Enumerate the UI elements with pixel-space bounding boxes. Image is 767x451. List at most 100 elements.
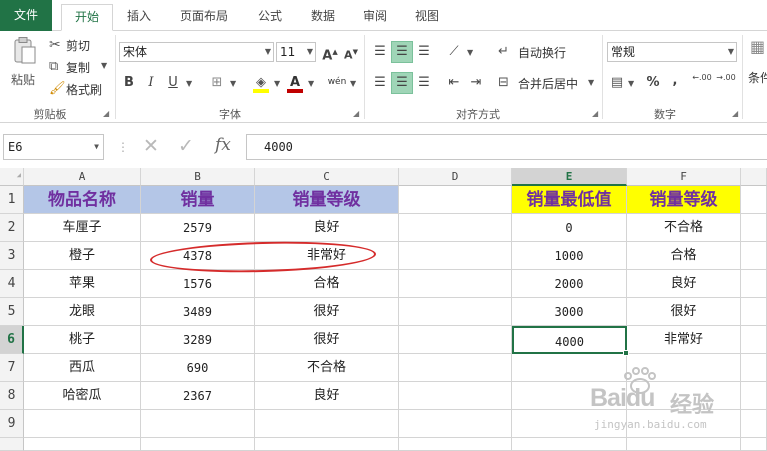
- copy-dropdown-icon[interactable]: ▼: [101, 62, 107, 70]
- name-box[interactable]: E6 ▼: [3, 134, 104, 160]
- table-cell[interactable]: [399, 410, 512, 438]
- table-cell[interactable]: 车厘子: [24, 214, 141, 242]
- row-header[interactable]: 8: [0, 382, 24, 410]
- percent-button[interactable]: %: [642, 72, 664, 94]
- font-color-button[interactable]: A: [284, 72, 306, 94]
- table-cell[interactable]: 良好: [627, 270, 741, 298]
- table-cell[interactable]: 桃子: [24, 326, 141, 354]
- column-header[interactable]: C: [255, 168, 399, 186]
- table-cell[interactable]: 良好: [255, 382, 399, 410]
- copy-button[interactable]: 复制: [66, 59, 90, 76]
- active-cell[interactable]: 4000: [512, 326, 627, 354]
- font-launcher-icon[interactable]: ◢: [353, 109, 359, 118]
- row-header[interactable]: 4: [0, 270, 24, 298]
- row-header[interactable]: 5: [0, 298, 24, 326]
- column-header[interactable]: E: [512, 168, 627, 186]
- column-header[interactable]: F: [627, 168, 741, 186]
- borders-button[interactable]: ⊞: [206, 72, 228, 94]
- tab-page-layout[interactable]: 页面布局: [172, 4, 236, 31]
- underline-button[interactable]: U: [162, 72, 184, 94]
- accounting-dropdown-icon[interactable]: ▼: [628, 80, 634, 88]
- header-cell[interactable]: 销量等级: [627, 186, 741, 214]
- shrink-font-button[interactable]: A▼: [340, 41, 362, 63]
- table-cell[interactable]: 1576: [141, 270, 255, 298]
- column-header[interactable]: [741, 168, 767, 186]
- table-cell[interactable]: 橙子: [24, 242, 141, 270]
- wrap-text-button[interactable]: 自动换行: [518, 44, 566, 61]
- number-format-select[interactable]: 常规 ▼: [607, 42, 737, 62]
- table-cell[interactable]: 合格: [627, 242, 741, 270]
- row-header[interactable]: 2: [0, 214, 24, 242]
- table-cell[interactable]: [141, 410, 255, 438]
- number-launcher-icon[interactable]: ◢: [732, 109, 738, 118]
- tab-file[interactable]: 文件: [0, 0, 52, 31]
- accounting-format-button[interactable]: ▤: [606, 72, 628, 94]
- alignment-launcher-icon[interactable]: ◢: [592, 109, 598, 118]
- merge-dropdown-icon[interactable]: ▼: [588, 79, 594, 87]
- align-middle-button[interactable]: ☰: [391, 41, 413, 63]
- clipboard-launcher-icon[interactable]: ◢: [103, 109, 109, 118]
- increase-indent-button[interactable]: ⇥: [465, 72, 487, 94]
- row-header[interactable]: 9: [0, 410, 24, 438]
- table-cell[interactable]: 龙眼: [24, 298, 141, 326]
- row-header[interactable]: 6: [0, 326, 24, 354]
- table-cell[interactable]: 3289: [141, 326, 255, 354]
- italic-button[interactable]: I: [140, 72, 162, 94]
- orientation-button[interactable]: ⟋: [443, 41, 465, 63]
- table-cell[interactable]: 很好: [255, 298, 399, 326]
- header-cell[interactable]: 销量等级: [255, 186, 399, 214]
- column-header[interactable]: D: [399, 168, 512, 186]
- table-cell[interactable]: [141, 438, 255, 451]
- row-header[interactable]: [0, 438, 24, 451]
- tab-formulas[interactable]: 公式: [250, 4, 290, 31]
- header-cell[interactable]: 销量: [141, 186, 255, 214]
- header-cell[interactable]: 物品名称: [24, 186, 141, 214]
- table-cell[interactable]: 良好: [255, 214, 399, 242]
- table-cell[interactable]: 0: [512, 214, 627, 242]
- font-color-dropdown-icon[interactable]: ▼: [308, 80, 314, 88]
- column-header[interactable]: B: [141, 168, 255, 186]
- align-center-button[interactable]: ☰: [391, 72, 413, 94]
- formula-input[interactable]: 4000: [246, 134, 767, 160]
- decrease-decimal-button[interactable]: →.00: [715, 72, 737, 94]
- table-cell[interactable]: [741, 242, 767, 270]
- conditional-format-button[interactable]: 条件: [748, 69, 767, 86]
- merge-center-button[interactable]: 合并后居中: [518, 75, 578, 92]
- insert-function-icon[interactable]: fx: [215, 137, 231, 154]
- table-cell[interactable]: 690: [141, 354, 255, 382]
- table-cell[interactable]: 合格: [255, 270, 399, 298]
- name-box-dropdown-icon[interactable]: ▼: [94, 135, 99, 159]
- table-cell[interactable]: [255, 410, 399, 438]
- table-cell[interactable]: 很好: [627, 298, 741, 326]
- underline-dropdown-icon[interactable]: ▼: [186, 80, 192, 88]
- tab-insert[interactable]: 插入: [117, 4, 161, 31]
- align-right-button[interactable]: ☰: [413, 72, 435, 94]
- comma-button[interactable]: ,: [664, 70, 686, 92]
- table-cell[interactable]: [741, 326, 767, 354]
- paste-button[interactable]: 粘贴: [6, 35, 42, 93]
- table-cell[interactable]: 2579: [141, 214, 255, 242]
- font-size-select[interactable]: 11 ▼: [276, 42, 316, 62]
- table-cell[interactable]: [741, 270, 767, 298]
- fill-handle[interactable]: [623, 350, 629, 356]
- table-cell[interactable]: 非常好: [627, 326, 741, 354]
- table-cell[interactable]: 2367: [141, 382, 255, 410]
- align-top-button[interactable]: ☰: [369, 41, 391, 63]
- table-cell[interactable]: 3489: [141, 298, 255, 326]
- table-cell[interactable]: 很好: [255, 326, 399, 354]
- table-cell[interactable]: [741, 214, 767, 242]
- table-cell[interactable]: 西瓜: [24, 354, 141, 382]
- table-cell[interactable]: [399, 382, 512, 410]
- column-header[interactable]: A: [24, 168, 141, 186]
- tab-review[interactable]: 审阅: [355, 4, 395, 31]
- table-cell[interactable]: [399, 186, 512, 214]
- table-cell[interactable]: 1000: [512, 242, 627, 270]
- table-cell[interactable]: [741, 298, 767, 326]
- tab-home[interactable]: 开始: [61, 4, 113, 31]
- decrease-indent-button[interactable]: ⇤: [443, 72, 465, 94]
- table-cell[interactable]: [24, 410, 141, 438]
- fill-color-button[interactable]: ◈: [250, 72, 272, 94]
- table-cell[interactable]: [399, 438, 512, 451]
- row-header[interactable]: 7: [0, 354, 24, 382]
- cut-button[interactable]: 剪切: [66, 37, 90, 54]
